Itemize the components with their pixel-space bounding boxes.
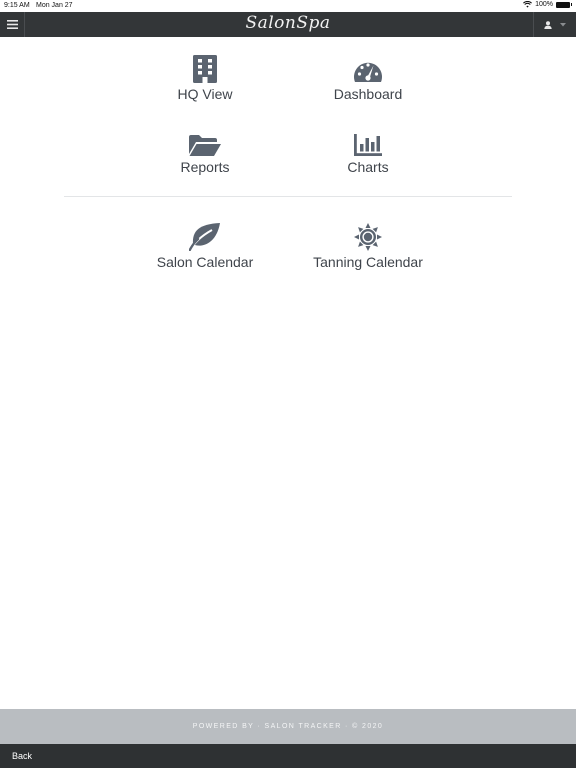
caret-down-icon bbox=[560, 22, 566, 26]
tile-label: Dashboard bbox=[333, 86, 403, 102]
user-icon bbox=[544, 20, 552, 29]
tile-reports[interactable]: Reports bbox=[130, 126, 280, 175]
tile-charts[interactable]: Charts bbox=[293, 126, 443, 175]
tile-hq-view[interactable]: HQ View bbox=[130, 53, 280, 102]
battery-icon bbox=[556, 1, 570, 8]
wifi-icon bbox=[523, 1, 533, 8]
tile-label: HQ View bbox=[177, 86, 233, 102]
tile-label: Charts bbox=[347, 159, 389, 175]
leaf-icon bbox=[189, 223, 220, 251]
tile-label: Salon Calendar bbox=[156, 254, 254, 270]
battery-tip bbox=[571, 3, 572, 6]
tile-label: Tanning Calendar bbox=[313, 254, 423, 270]
status-right: 100% bbox=[523, 1, 572, 8]
tile-tanning-calendar[interactable]: Tanning Calendar bbox=[293, 221, 443, 270]
section-divider bbox=[64, 196, 512, 197]
status-time: 9:15 AM bbox=[4, 2, 30, 9]
sun-icon bbox=[354, 223, 382, 251]
bar-chart-icon bbox=[354, 134, 382, 156]
tile-dashboard[interactable]: Dashboard bbox=[293, 53, 443, 102]
building-icon bbox=[193, 55, 217, 83]
folder-open-icon bbox=[189, 135, 221, 156]
user-menu-button[interactable] bbox=[533, 12, 576, 37]
bottom-toolbar: Back bbox=[0, 744, 576, 768]
speedometer-icon bbox=[354, 62, 382, 82]
footer-text: POWERED BY · SALON TRACKER · © 2020 bbox=[192, 723, 384, 730]
footer: POWERED BY · SALON TRACKER · © 2020 bbox=[0, 709, 576, 744]
tile-label: Reports bbox=[180, 159, 230, 175]
tile-salon-calendar[interactable]: Salon Calendar bbox=[130, 221, 280, 270]
top-navbar: SalonSpa bbox=[0, 12, 576, 37]
battery-percent: 100% bbox=[535, 1, 553, 8]
brand-logo: SalonSpa bbox=[245, 13, 331, 33]
status-bar: 9:15 AM Mon Jan 27 100% bbox=[0, 0, 576, 12]
status-date: Mon Jan 27 bbox=[36, 2, 73, 9]
back-button[interactable]: Back bbox=[12, 751, 32, 761]
